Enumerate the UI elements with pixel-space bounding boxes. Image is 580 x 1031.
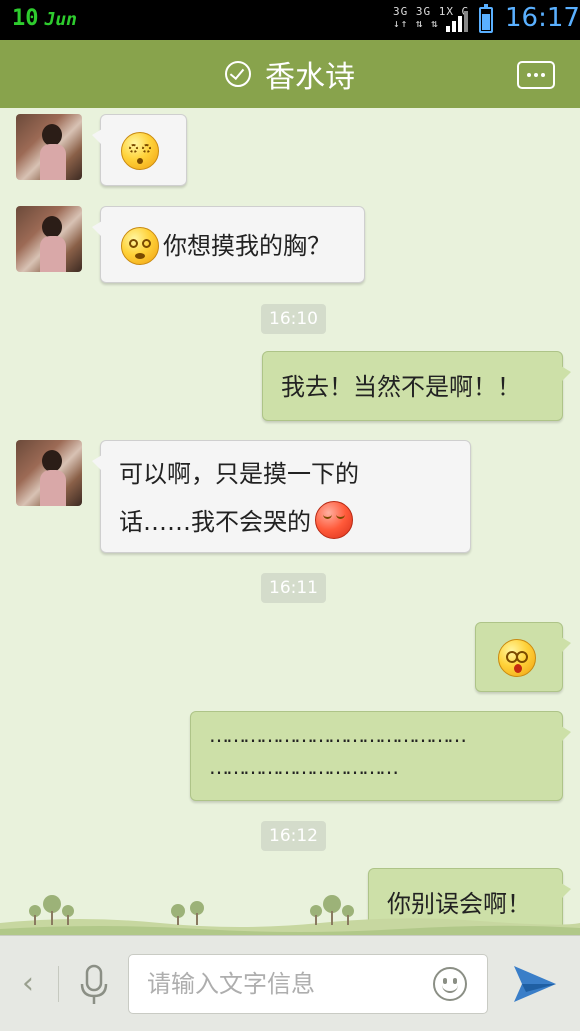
ground-decoration — [0, 895, 580, 935]
battery-icon — [479, 4, 493, 33]
message-bubble-received[interactable]: 可以啊，只是摸一下的 话……我不会哭的 — [92, 440, 471, 553]
message-text-line-2: …………………………… — [209, 755, 399, 779]
message-input[interactable] — [147, 955, 417, 1013]
status-date: 10 Jun — [12, 6, 77, 31]
status-bar: 10 Jun 3G 3G 1X G ↓↑ ⇅ ⇅ 16:17 — [0, 0, 580, 40]
page-title: 香水诗 — [265, 60, 355, 95]
check-circle-icon — [225, 61, 251, 87]
message-input-box[interactable] — [128, 954, 488, 1014]
more-button[interactable] — [517, 61, 555, 89]
message-bubble-received[interactable]: 你想摸我的胸？ — [92, 206, 365, 283]
message-text-line-1: 可以啊，只是摸一下的 — [119, 460, 359, 488]
timestamp: 16:11 — [261, 573, 326, 603]
dizzy-emoji-icon — [121, 132, 159, 170]
message-bubble-sent[interactable]: ……………………………………… …………………………… — [190, 711, 571, 801]
status-time: 16:17 — [505, 3, 580, 33]
status-date-day: 10 — [12, 6, 39, 31]
message-text: 我去！当然不是啊！！ — [281, 373, 521, 401]
message-list[interactable]: 你想摸我的胸？ 16:10 我去！当然不是啊！！ 可以啊，只是摸一下的 话……我… — [0, 108, 580, 935]
shocked-emoji-icon — [498, 639, 536, 677]
avatar[interactable] — [16, 114, 82, 180]
status-date-month: Jun — [44, 9, 78, 30]
chevron-left-icon[interactable]: ‹ — [22, 966, 34, 1001]
shy-emoji-icon — [315, 501, 353, 539]
timestamp: 16:10 — [261, 304, 326, 334]
avatar[interactable] — [16, 206, 82, 272]
signal-icon — [446, 10, 468, 32]
message-text: 你想摸我的胸？ — [163, 232, 331, 260]
send-plane-icon[interactable] — [512, 962, 558, 1006]
message-text-line-2: 话……我不会哭的 — [119, 508, 311, 536]
timestamp: 16:12 — [261, 821, 326, 851]
divider — [58, 966, 59, 1002]
message-bubble-sent[interactable] — [475, 622, 571, 692]
input-bar: ‹ — [0, 935, 580, 1031]
message-bubble-sent[interactable]: 我去！当然不是啊！！ — [262, 351, 571, 421]
message-bubble-received[interactable] — [92, 114, 187, 186]
avatar[interactable] — [16, 440, 82, 506]
microphone-icon[interactable] — [78, 964, 110, 1006]
smiley-icon[interactable] — [433, 967, 467, 1001]
sweat-emoji-icon — [121, 227, 159, 265]
more-dots-icon — [527, 73, 531, 77]
chat-header: 香水诗 — [0, 40, 580, 114]
